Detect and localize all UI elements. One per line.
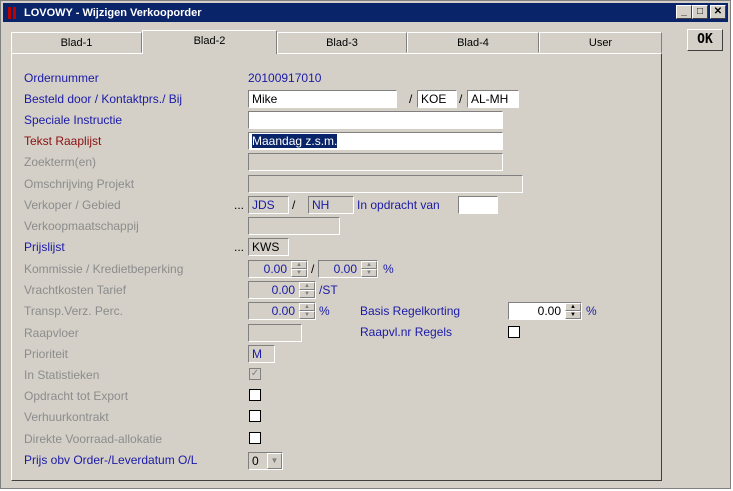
label-transp-verz: Transp.Verz. Perc. (24, 304, 123, 318)
besteld-door-input[interactable]: Mike (248, 90, 397, 108)
raapvl-regels-checkbox[interactable] (508, 326, 520, 338)
spin-down-icon[interactable]: ▼ (565, 311, 581, 319)
opdracht-export-checkbox[interactable] (249, 389, 261, 401)
spinner-buttons[interactable]: ▲ ▼ (565, 303, 581, 319)
raapvloer-input (248, 324, 302, 342)
kredietbeperking-value: 0.00 (333, 262, 357, 276)
label-raapvloer: Raapvloer (24, 326, 79, 340)
per-st-unit: /ST (319, 283, 338, 297)
lookup-ellipsis[interactable]: ... (234, 198, 244, 212)
basis-regelkorting-spinner[interactable]: 0.00 ▲ ▼ (508, 302, 582, 320)
omschrijving-projekt-input (248, 175, 523, 193)
percent-sign: % (586, 304, 597, 318)
label-prijs-obv: Prijs obv Order-/Leverdatum O/L (24, 453, 198, 467)
kommissie-spinner: 0.00 ▲ ▼ (248, 260, 308, 278)
tab-blad-3[interactable]: Blad-3 (277, 32, 407, 53)
ordernummer-value: 20100917010 (248, 71, 322, 85)
zoekterm-input (248, 153, 503, 171)
spinner-buttons: ▲ ▼ (291, 261, 307, 277)
separator-slash: / (459, 92, 463, 106)
label-kommissie: Kommissie / Kredietbeperking (24, 262, 184, 276)
vrachtkosten-spinner: 0.00 ▲ ▼ (248, 281, 316, 299)
basis-regelkorting-value: 0.00 (537, 304, 561, 318)
maximize-button[interactable]: □ (692, 5, 708, 19)
spinner-buttons: ▲ ▼ (299, 303, 315, 319)
separator-slash: / (311, 262, 315, 276)
spin-down-icon: ▼ (299, 311, 315, 319)
spin-up-icon[interactable]: ▲ (565, 303, 581, 311)
percent-sign: % (319, 304, 330, 318)
kommissie-value: 0.00 (263, 262, 287, 276)
separator-slash: / (292, 198, 296, 212)
label-in-statistieken: In Statistieken (24, 368, 100, 382)
label-basis-regelkorting: Basis Regelkorting (360, 304, 461, 318)
percent-sign: % (383, 262, 394, 276)
verkoper-input: JDS (248, 196, 289, 214)
label-ordernummer: Ordernummer (24, 71, 99, 85)
label-verkoper-gebied: Verkoper / Gebied (24, 198, 121, 212)
label-in-opdracht-van: In opdracht van (357, 198, 440, 212)
kredietbeperking-spinner: 0.00 ▲ ▼ (318, 260, 378, 278)
prijs-obv-value: 0 (252, 454, 259, 468)
vrachtkosten-value: 0.00 (271, 283, 295, 297)
label-prijslijst: Prijslijst (24, 240, 65, 254)
window-title: LOVOWY - Wijzigen Verkooporder (24, 6, 202, 19)
prijs-obv-select[interactable]: 0 ▼ (248, 452, 283, 470)
speciale-instructie-input[interactable] (248, 111, 503, 129)
window: LOVOWY - Wijzigen Verkooporder _ □ ✕ OK … (0, 0, 731, 489)
label-zoekterm: Zoekterm(en) (24, 155, 97, 169)
tekst-raaplijst-input[interactable]: Maandag z.s.m. (248, 132, 503, 150)
transp-verz-spinner: 0.00 ▲ ▼ (248, 302, 316, 320)
verhuurkontrakt-checkbox[interactable] (249, 410, 261, 422)
verkoopmaatschappij-input (248, 217, 340, 235)
spin-up-icon: ▲ (291, 261, 307, 269)
spin-up-icon: ▲ (361, 261, 377, 269)
transp-verz-value: 0.00 (271, 304, 295, 318)
spin-down-icon: ▼ (291, 269, 307, 277)
tab-user[interactable]: User (539, 32, 662, 53)
chevron-down-icon[interactable]: ▼ (267, 453, 282, 469)
spin-up-icon: ▲ (299, 303, 315, 311)
lookup-ellipsis[interactable]: ... (234, 240, 244, 254)
tab-blad-4[interactable]: Blad-4 (407, 32, 539, 53)
label-prioriteit: Prioriteit (24, 347, 69, 361)
prioriteit-input: M (248, 345, 275, 363)
spin-up-icon: ▲ (299, 282, 315, 290)
spin-down-icon: ▼ (299, 290, 315, 298)
bij-input[interactable]: AL-MH (467, 90, 519, 108)
direkte-voorraad-checkbox[interactable] (249, 432, 261, 444)
ok-button[interactable]: OK (687, 29, 723, 51)
label-verkoopmaatschappij: Verkoopmaatschappij (24, 219, 139, 233)
label-tekst-raaplijst: Tekst Raaplijst (24, 134, 102, 148)
separator-slash: / (409, 92, 413, 106)
label-vrachtkosten: Vrachtkosten Tarief (24, 283, 127, 297)
label-verhuurkontrakt: Verhuurkontrakt (24, 410, 109, 424)
in-statistieken-checkbox: ✓ (249, 368, 261, 380)
tab-blad-1[interactable]: Blad-1 (11, 32, 142, 53)
label-raapvl-regels: Raapvl.nr Regels (360, 325, 453, 339)
in-opdracht-van-input[interactable] (458, 196, 498, 214)
spinner-buttons: ▲ ▼ (361, 261, 377, 277)
close-button[interactable]: ✕ (710, 5, 726, 19)
label-besteld-door: Besteld door / Kontaktprs./ Bij (24, 92, 183, 106)
selected-text: Maandag z.s.m. (252, 134, 338, 148)
label-opdracht-export: Opdracht tot Export (24, 389, 129, 403)
title-bar: LOVOWY - Wijzigen Verkooporder _ □ ✕ (3, 3, 728, 22)
label-direkte-voorraad: Direkte Voorraad-allokatie (24, 432, 163, 446)
minimize-button[interactable]: _ (676, 5, 692, 19)
gebied-input: NH (308, 196, 354, 214)
label-omschrijving-projekt: Omschrijving Projekt (24, 177, 135, 191)
prijslijst-input: KWS (248, 238, 289, 256)
kontaktprs-input[interactable]: KOE (417, 90, 457, 108)
label-speciale-instructie: Speciale Instructie (24, 113, 123, 127)
spin-down-icon: ▼ (361, 269, 377, 277)
app-icon (6, 6, 20, 20)
tab-blad-2[interactable]: Blad-2 (142, 30, 277, 54)
check-mark-icon: ✓ (250, 368, 260, 379)
spinner-buttons: ▲ ▼ (299, 282, 315, 298)
